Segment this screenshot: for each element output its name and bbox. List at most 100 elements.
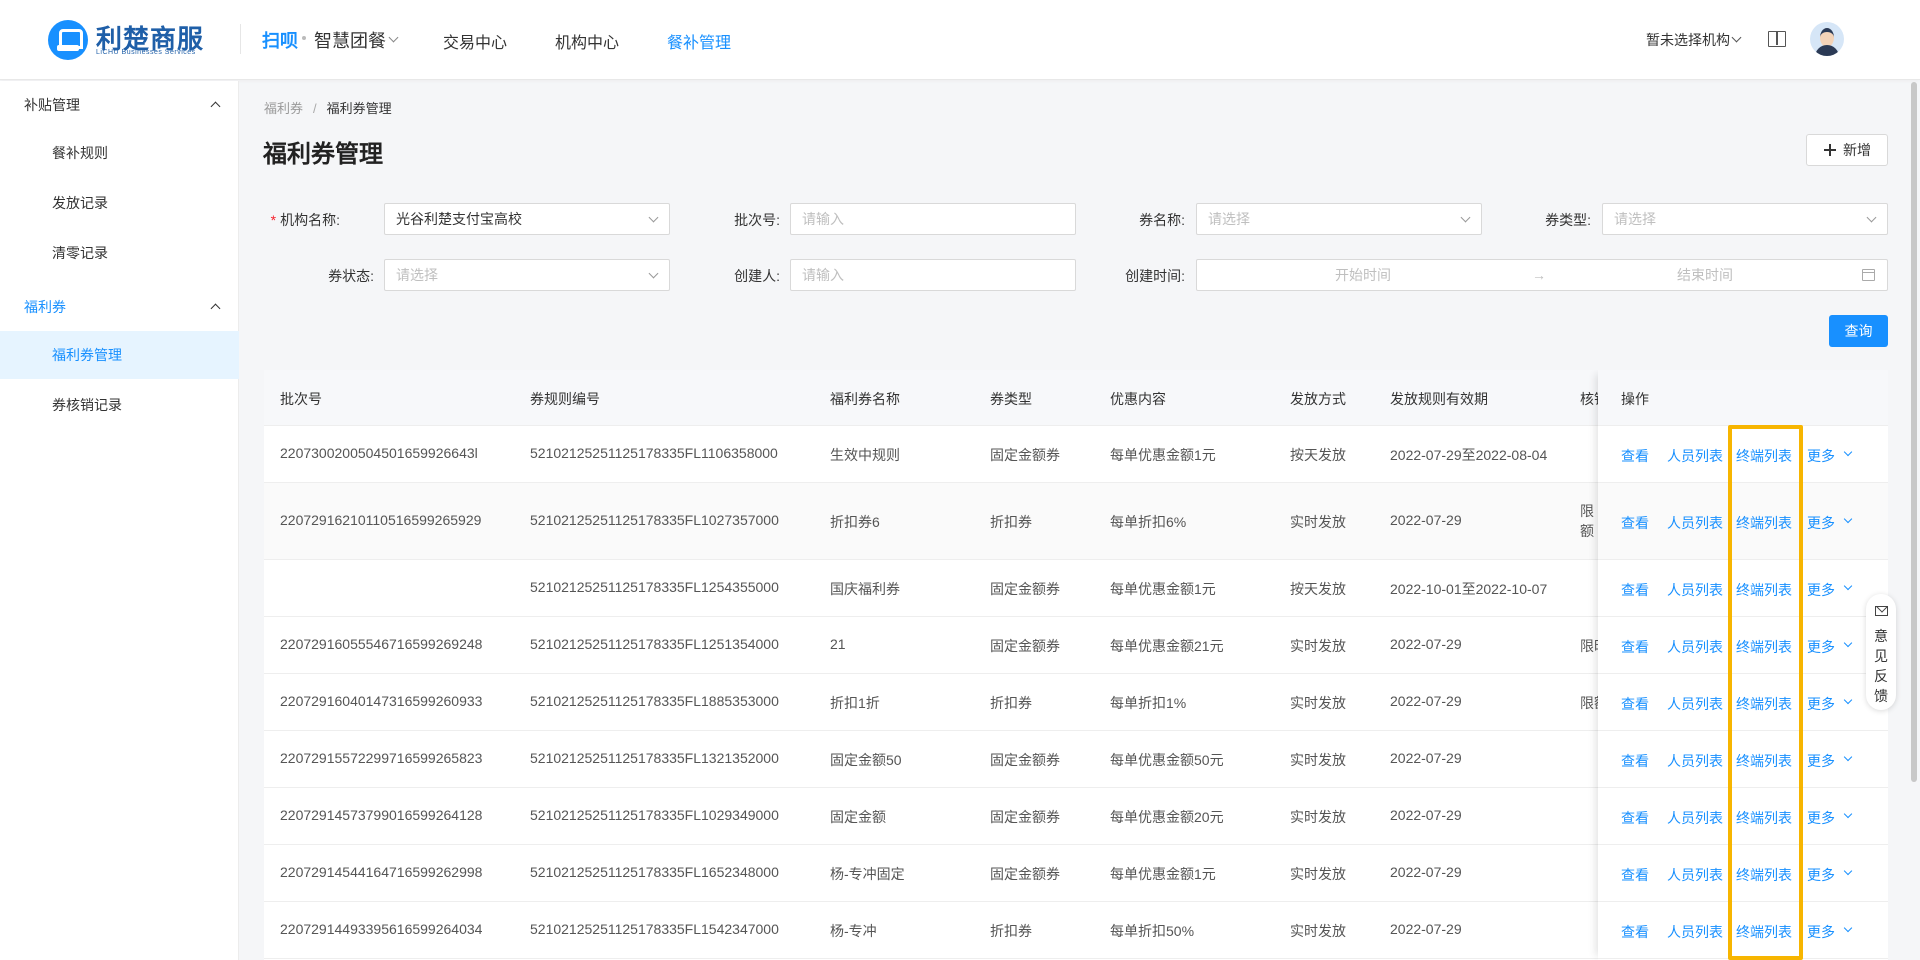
arrow-right-icon: →	[1532, 267, 1546, 283]
cell-validity: 2022-07-29	[1390, 750, 1462, 766]
cell-validity: 2022-07-29	[1390, 807, 1462, 823]
chevron-down-icon[interactable]	[1843, 581, 1853, 591]
people-list-button[interactable]: 人员列表	[1667, 513, 1723, 533]
sidebar-item-meal-rules[interactable]: 餐补规则	[0, 129, 239, 177]
book-icon[interactable]	[1768, 31, 1786, 47]
col-coupon-name: 福利券名称	[830, 391, 900, 407]
chevron-down-icon[interactable]	[388, 32, 399, 43]
chevron-down-icon[interactable]	[1843, 866, 1853, 876]
view-button[interactable]: 查看	[1621, 751, 1649, 771]
chevron-down-icon	[1460, 212, 1471, 223]
coupon-type-select[interactable]: 请选择	[1602, 203, 1888, 235]
view-button[interactable]: 查看	[1621, 865, 1649, 885]
cell-method: 实时发放	[1290, 695, 1346, 711]
feedback-button[interactable]: 意 见 反 馈	[1866, 594, 1896, 710]
more-button[interactable]: 更多	[1807, 513, 1835, 533]
cell-discount: 每单折扣50%	[1110, 923, 1195, 939]
add-button-label: 新增	[1843, 142, 1871, 158]
view-button[interactable]: 查看	[1621, 446, 1649, 466]
actions-header: 操作	[1598, 370, 1888, 426]
view-button[interactable]: 查看	[1621, 580, 1649, 600]
people-list-button[interactable]: 人员列表	[1667, 751, 1723, 771]
cell-coupon-type: 固定金额券	[990, 581, 1060, 597]
view-button[interactable]: 查看	[1621, 637, 1649, 657]
coupon-name-placeholder: 请选择	[1208, 211, 1250, 227]
status-select[interactable]: 请选择	[384, 259, 670, 291]
sidebar-item-coupon-management[interactable]: 福利券管理	[0, 331, 239, 379]
cell-validity: 2022-07-29	[1390, 864, 1462, 880]
cell-discount: 每单优惠金额1元	[1110, 447, 1216, 463]
chevron-up-icon[interactable]	[210, 101, 221, 112]
cell-redeem: 限额	[1580, 695, 1598, 711]
more-button[interactable]: 更多	[1807, 446, 1835, 466]
page-title: 福利券管理	[263, 141, 383, 168]
chevron-down-icon[interactable]	[1843, 447, 1853, 457]
cell-batch: 2207291604014731659926​0933	[280, 693, 483, 709]
date-range-picker[interactable]: 开始时间 → 结束时间	[1196, 259, 1888, 291]
chevron-up-icon[interactable]	[210, 303, 221, 314]
more-button[interactable]: 更多	[1807, 694, 1835, 714]
chevron-down-icon[interactable]	[1843, 695, 1853, 705]
coupon-name-select[interactable]: 请选择	[1196, 203, 1482, 235]
sidebar-item-clear-records[interactable]: 清零记录	[0, 229, 239, 277]
nav-item-meal-subsidy[interactable]: 餐补管理	[667, 29, 731, 53]
people-list-button[interactable]: 人员列表	[1667, 637, 1723, 657]
cell-method: 实时发放	[1290, 809, 1346, 825]
chevron-down-icon[interactable]	[1843, 638, 1853, 648]
sidebar-item-distribution-records[interactable]: 发放记录	[0, 179, 239, 227]
sidebar-item-redemption-records[interactable]: 券核销记录	[0, 381, 239, 429]
people-list-button[interactable]: 人员列表	[1667, 922, 1723, 942]
org-selector[interactable]: 暂未选择机构	[1646, 30, 1730, 50]
batch-label: 批次号:	[734, 212, 780, 228]
required-mark: *	[270, 212, 277, 228]
cell-batch: 2207291457379901659926​4128	[280, 807, 483, 823]
more-button[interactable]: 更多	[1807, 808, 1835, 828]
cell-rule-id: 52102125251125178335FL1251354000	[530, 636, 779, 652]
page-scrollbar[interactable]	[1911, 82, 1917, 782]
cell-coupon-name: 折扣1折	[830, 695, 880, 711]
chevron-down-icon[interactable]	[1731, 32, 1742, 43]
product-switcher[interactable]: 智慧团餐	[314, 27, 386, 53]
nav-item-institutions[interactable]: 机构中心	[555, 29, 619, 53]
more-button[interactable]: 更多	[1807, 922, 1835, 942]
more-button[interactable]: 更多	[1807, 580, 1835, 600]
more-button[interactable]: 更多	[1807, 637, 1835, 657]
people-list-button[interactable]: 人员列表	[1667, 865, 1723, 885]
cell-validity: 2022-07-29至2022-08-04	[1390, 447, 1548, 463]
people-list-button[interactable]: 人员列表	[1667, 580, 1723, 600]
view-button[interactable]: 查看	[1621, 922, 1649, 942]
creator-input[interactable]: 请输入	[790, 259, 1076, 291]
end-date-placeholder[interactable]: 结束时间	[1677, 260, 1733, 290]
more-button[interactable]: 更多	[1807, 751, 1835, 771]
chevron-down-icon[interactable]	[1843, 514, 1853, 524]
people-list-button[interactable]: 人员列表	[1667, 694, 1723, 714]
plus-icon	[1824, 144, 1836, 156]
col-validity: 发放规则有效期	[1390, 391, 1488, 407]
cell-batch: 2207291605554671659926​9248	[280, 636, 483, 652]
logo-subtitle: LiCHU Businesses Services	[96, 49, 196, 56]
add-button[interactable]: 新增	[1806, 134, 1888, 166]
company-logo[interactable]: 利楚商服 LiCHU Businesses Services	[48, 18, 248, 62]
nav-item-transactions[interactable]: 交易中心	[443, 29, 507, 53]
more-button[interactable]: 更多	[1807, 865, 1835, 885]
org-name-select[interactable]: 光谷利楚支付宝高校	[384, 203, 670, 235]
cell-validity: 2022-07-29	[1390, 636, 1462, 652]
col-redeem: 核销	[1580, 391, 1598, 407]
view-button[interactable]: 查看	[1621, 808, 1649, 828]
view-button[interactable]: 查看	[1621, 694, 1649, 714]
avatar[interactable]	[1810, 22, 1844, 56]
batch-input[interactable]: 请输入	[790, 203, 1076, 235]
cell-rule-id: 52102125251125178335FL1027357000	[530, 512, 779, 528]
query-button[interactable]: 查询	[1829, 315, 1888, 347]
people-list-button[interactable]: 人员列表	[1667, 808, 1723, 828]
people-list-button[interactable]: 人员列表	[1667, 446, 1723, 466]
start-date-placeholder[interactable]: 开始时间	[1335, 260, 1391, 290]
chevron-down-icon[interactable]	[1843, 809, 1853, 819]
view-button[interactable]: 查看	[1621, 513, 1649, 533]
sidebar-group-subsidy[interactable]: 补贴管理	[24, 95, 80, 115]
sidebar-group-coupons[interactable]: 福利券	[24, 297, 66, 317]
chevron-down-icon[interactable]	[1843, 923, 1853, 933]
breadcrumb-parent[interactable]: 福利券	[264, 101, 303, 116]
cell-coupon-type: 固定金额券	[990, 752, 1060, 768]
chevron-down-icon[interactable]	[1843, 752, 1853, 762]
